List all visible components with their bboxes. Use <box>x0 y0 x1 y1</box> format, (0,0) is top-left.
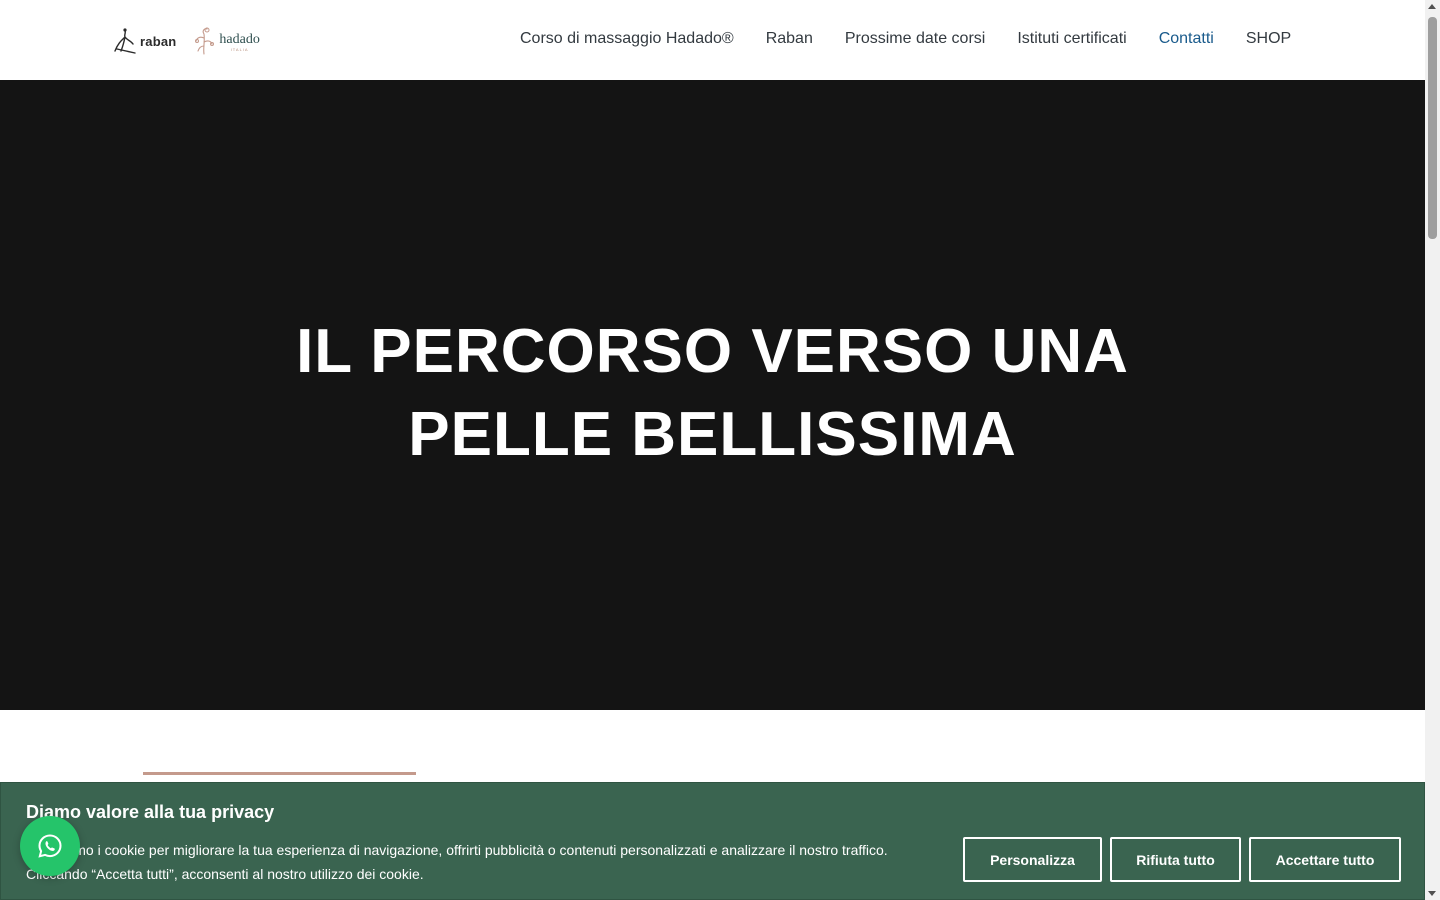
page-scrollbar[interactable] <box>1425 0 1440 900</box>
scroll-up-arrow-icon[interactable] <box>1428 4 1436 9</box>
hadado-logo-words: hadado ITALIA <box>219 31 260 52</box>
site-header: raban hadado ITALIA Corso di massaggio H… <box>0 0 1425 80</box>
hero-title-line1: IL PERCORSO VERSO UNA <box>296 317 1129 386</box>
raban-logo-text: raban <box>140 33 177 49</box>
hadado-logo-subtext: ITALIA <box>230 46 249 52</box>
cookie-banner-text-line1: Utilizziamo i cookie per migliorare la t… <box>26 842 888 858</box>
nav-item-shop[interactable]: SHOP <box>1246 28 1291 50</box>
hadado-logo-icon <box>195 27 215 55</box>
cookie-accept-all-button[interactable]: Accettare tutto <box>1249 837 1401 882</box>
section-accent-line <box>143 772 416 775</box>
nav-item-contatti[interactable]: Contatti <box>1159 28 1214 50</box>
nav-item-corso-massaggio[interactable]: Corso di massaggio Hadado® <box>520 28 734 50</box>
cookie-banner-text: Utilizziamo i cookie per migliorare la t… <box>26 838 926 886</box>
scrollbar-thumb[interactable] <box>1428 17 1437 239</box>
hero-title-line2: PELLE BELLISSIMA <box>408 400 1017 469</box>
hero-section: IL PERCORSO VERSO UNA PELLE BELLISSIMA <box>0 80 1425 710</box>
hero-title: IL PERCORSO VERSO UNA PELLE BELLISSIMA <box>263 310 1163 476</box>
whatsapp-icon <box>38 834 62 858</box>
cookie-banner: Diamo valore alla tua privacy Utilizziam… <box>0 782 1425 900</box>
whatsapp-chat-button[interactable] <box>20 816 80 876</box>
nav-item-istituti-certificati[interactable]: Istituti certificati <box>1017 28 1126 50</box>
scroll-down-arrow-icon[interactable] <box>1428 891 1436 896</box>
main-nav: Corso di massaggio Hadado® Raban Prossim… <box>520 28 1291 50</box>
logo-group[interactable]: raban hadado ITALIA <box>113 24 260 58</box>
hadado-logo[interactable]: hadado ITALIA <box>192 26 260 56</box>
hadado-logo-text: hadado <box>219 31 260 47</box>
nav-item-raban[interactable]: Raban <box>766 28 813 50</box>
nav-item-prossime-date[interactable]: Prossime date corsi <box>845 28 986 50</box>
cookie-reject-all-button[interactable]: Rifiuta tutto <box>1110 837 1241 882</box>
cookie-customize-button[interactable]: Personalizza <box>963 837 1102 882</box>
cookie-banner-text-line2: Cliccando “Accetta tutti”, acconsenti al… <box>26 866 424 882</box>
raban-logo-icon <box>114 28 136 54</box>
raban-logo[interactable]: raban <box>113 27 176 55</box>
